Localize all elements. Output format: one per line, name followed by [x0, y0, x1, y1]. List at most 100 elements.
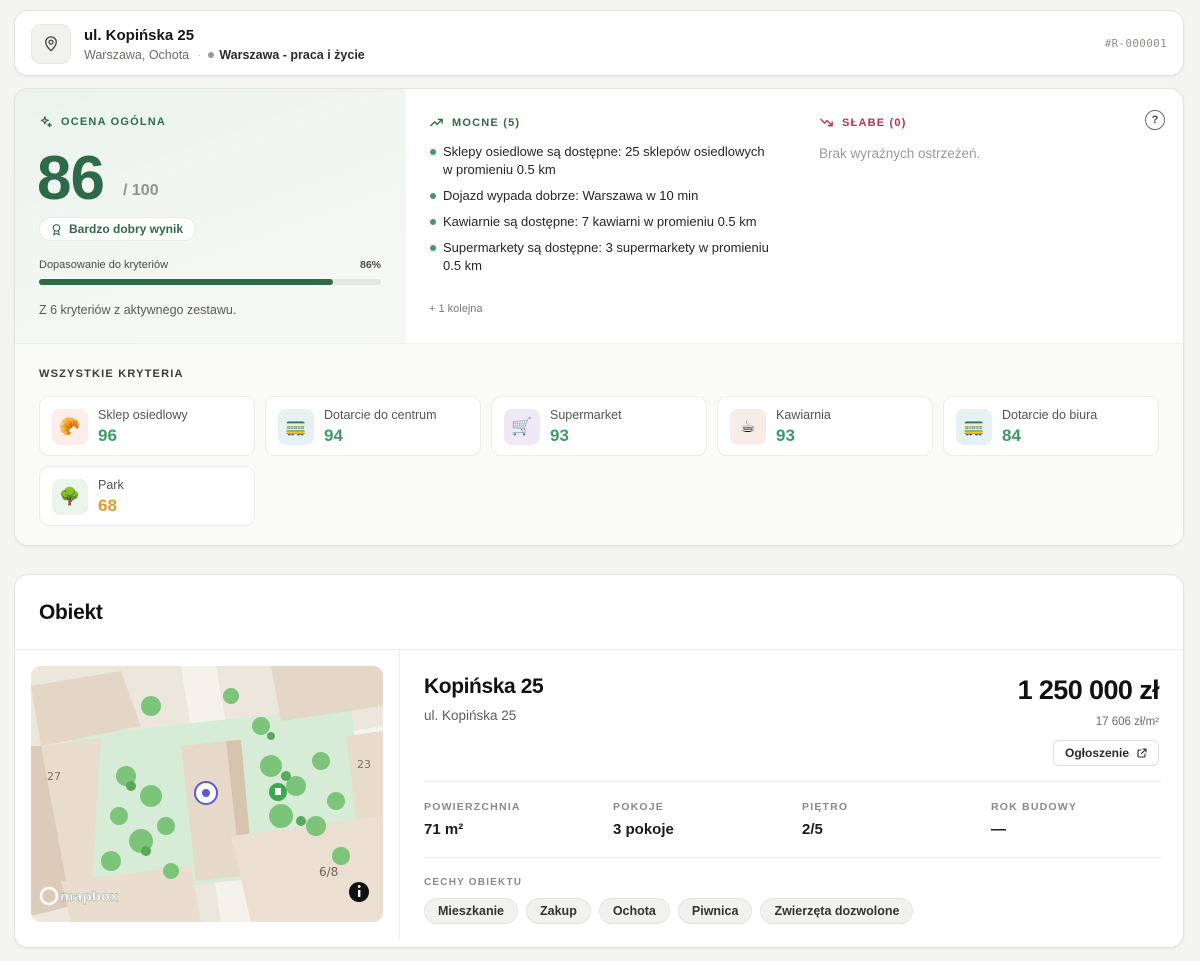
object-section-title: Obiekt — [39, 601, 103, 624]
criteria-set-name[interactable]: Warszawa - praca i życie — [219, 48, 364, 62]
overall-score-heading-text: OCENA OGÓLNA — [61, 116, 167, 128]
feature-tag[interactable]: Ochota — [598, 898, 670, 924]
fit-progress-bar — [39, 279, 381, 285]
address-title: ul. Kopińska 25 — [84, 27, 195, 44]
tram-icon: 🚃 — [956, 409, 992, 445]
fit-progress-fill — [39, 279, 334, 285]
criterion-name: Dotarcie do biura — [1002, 408, 1098, 422]
criteria-set-dot — [208, 52, 215, 58]
trending-down-icon — [820, 118, 833, 127]
spec-value: 2/5 — [802, 821, 823, 838]
criterion-tile[interactable]: ☕ Kawiarnia 93 — [717, 396, 933, 456]
result-badge-text: Bardzo dobry wynik — [69, 222, 184, 236]
strength-item: Sklepy osiedlowe są dostępne: 25 sklepów… — [429, 143, 769, 179]
criterion-score: 93 — [550, 426, 569, 445]
specs-top-divider — [424, 781, 1161, 782]
features-heading: CECHY OBIEKTU — [424, 877, 523, 888]
shopping-cart-icon: 🛒 — [504, 409, 540, 445]
map-3d-view[interactable]: 27 23 6/8 mapbox — [31, 666, 383, 922]
map-label-right: 23 — [357, 758, 371, 771]
criterion-name: Kawiarnia — [776, 408, 831, 422]
specs-bottom-divider — [424, 857, 1161, 858]
spec-label: PIĘTRO — [802, 801, 849, 813]
score-card: OCENA OGÓLNA 86 / 100 Bardzo dobry wynik… — [14, 88, 1184, 546]
spec-value: 71 m² — [424, 821, 464, 838]
spec-value: 3 pokoje — [613, 821, 674, 838]
listing-button-label: Ogłoszenie — [1064, 746, 1129, 760]
fit-label: Dopasowanie do kryteriów — [39, 259, 169, 271]
criterion-name: Sklep osiedlowy — [98, 408, 188, 422]
tree-icon: 🌳 — [52, 479, 88, 515]
spec-label: POKOJE — [613, 801, 664, 813]
object-divider — [15, 649, 1183, 650]
criterion-score: 93 — [776, 426, 795, 445]
overall-score-value: 86 — [37, 144, 105, 213]
criterion-tile[interactable]: 🛒 Supermarket 93 — [491, 396, 707, 456]
criterion-tile[interactable]: 🌳 Park 68 — [39, 466, 255, 526]
property-address: ul. Kopińska 25 — [424, 708, 517, 723]
spec-item: POKOJE 3 pokoje — [613, 801, 674, 838]
feature-tag[interactable]: Zwierzęta dozwolone — [760, 898, 914, 924]
weaknesses-heading: SŁABE (0) — [819, 115, 907, 130]
overall-score-heading: OCENA OGÓLNA — [39, 115, 166, 129]
help-icon[interactable]: ? — [1145, 110, 1165, 130]
map-label-left: 27 — [47, 770, 61, 783]
listing-id: #R-000001 — [1104, 37, 1167, 50]
tram-icon: 🚃 — [278, 409, 314, 445]
overall-score-max: / 100 — [123, 182, 159, 199]
listing-button[interactable]: Ogłoszenie — [1052, 740, 1159, 766]
fit-percent: 86% — [360, 259, 382, 271]
district-text: Warszawa, Ochota — [84, 48, 190, 62]
external-link-icon — [1137, 748, 1147, 758]
all-criteria-section: WSZYSTKIE KRYTERIA 🥐 Sklep osiedlowy 96 🚃 Do… — [15, 343, 1183, 545]
criterion-tile[interactable]: 🥐 Sklep osiedlowy 96 — [39, 396, 255, 456]
location-pin-icon — [31, 24, 71, 64]
criterion-name: Park — [98, 478, 124, 492]
criterion-name: Supermarket — [550, 408, 622, 422]
object-vertical-divider — [399, 650, 400, 940]
criterion-tile[interactable]: 🚃 Dotarcie do centrum 94 — [265, 396, 481, 456]
map-label-bottom: 6/8 — [319, 865, 338, 879]
spec-item: POWIERZCHNIA 71 m² — [424, 801, 521, 838]
all-criteria-heading: WSZYSTKIE KRYTERIA — [39, 368, 184, 380]
property-name: Kopińska 25 — [424, 675, 544, 698]
address-header-card: ul. Kopińska 25 Warszawa, Ochota · Warsz… — [14, 10, 1184, 76]
sparkles-icon — [40, 116, 52, 128]
coffee-icon: ☕ — [730, 409, 766, 445]
strengths-heading: MOCNE (5) — [429, 115, 520, 130]
strength-item: Kawiarnie są dostępne: 7 kawiarni w prom… — [429, 213, 769, 231]
strength-item: Supermarkety są dostępne: 3 supermarkety… — [429, 239, 769, 275]
trending-up-icon — [430, 118, 443, 127]
award-icon — [52, 223, 61, 235]
criterion-score: 94 — [324, 426, 343, 445]
feature-tag[interactable]: Piwnica — [677, 898, 753, 924]
price-per-sqm: 17 606 zł/m² — [1095, 716, 1159, 728]
more-strengths-link[interactable]: + 1 kolejna — [429, 303, 483, 315]
separator-dot: · — [197, 48, 202, 62]
feature-tag[interactable]: Mieszkanie — [424, 898, 519, 924]
criterion-score: 96 — [98, 426, 117, 445]
spec-item: PIĘTRO 2/5 — [802, 801, 848, 838]
strength-item: Dojazd wypada dobrze: Warszawa w 10 min — [429, 187, 769, 205]
criterion-tile[interactable]: 🚃 Dotarcie do biura 84 — [943, 396, 1159, 456]
spec-value: — — [991, 821, 1006, 838]
property-map[interactable]: 27 23 6/8 mapbox — [31, 666, 383, 922]
property-price: 1 250 000 zł — [1017, 675, 1160, 705]
feature-tags: Mieszkanie Zakup Ochota Piwnica Zwierzęta do… — [424, 898, 921, 924]
spec-item: ROK BUDOWY — — [991, 801, 1077, 838]
result-badge: Bardzo dobry wynik — [39, 217, 197, 241]
criterion-score: 84 — [1002, 426, 1021, 445]
strengths-list: Sklepy osiedlowe są dostępne: 25 sklepów… — [429, 143, 769, 283]
croissant-icon: 🥐 — [52, 409, 88, 445]
mapbox-attribution: mapbox — [60, 890, 119, 905]
spec-label: ROK BUDOWY — [991, 801, 1078, 813]
feature-tag[interactable]: Zakup — [526, 898, 591, 924]
weaknesses-heading-text: SŁABE (0) — [842, 116, 907, 129]
object-card: Obiekt 27 23 6/8 mapbox Kopińska 25 ul. … — [14, 574, 1184, 948]
criteria-count-note: Z 6 kryteriów z aktywnego zestawu. — [39, 303, 237, 317]
address-subline: Warszawa, Ochota · Warszawa - praca i ży… — [84, 48, 365, 62]
criterion-score: 68 — [98, 496, 117, 515]
criterion-name: Dotarcie do centrum — [324, 408, 437, 422]
no-warnings-text: Brak wyraźnych ostrzeżeń. — [819, 146, 981, 161]
spec-label: POWIERZCHNIA — [424, 801, 521, 813]
